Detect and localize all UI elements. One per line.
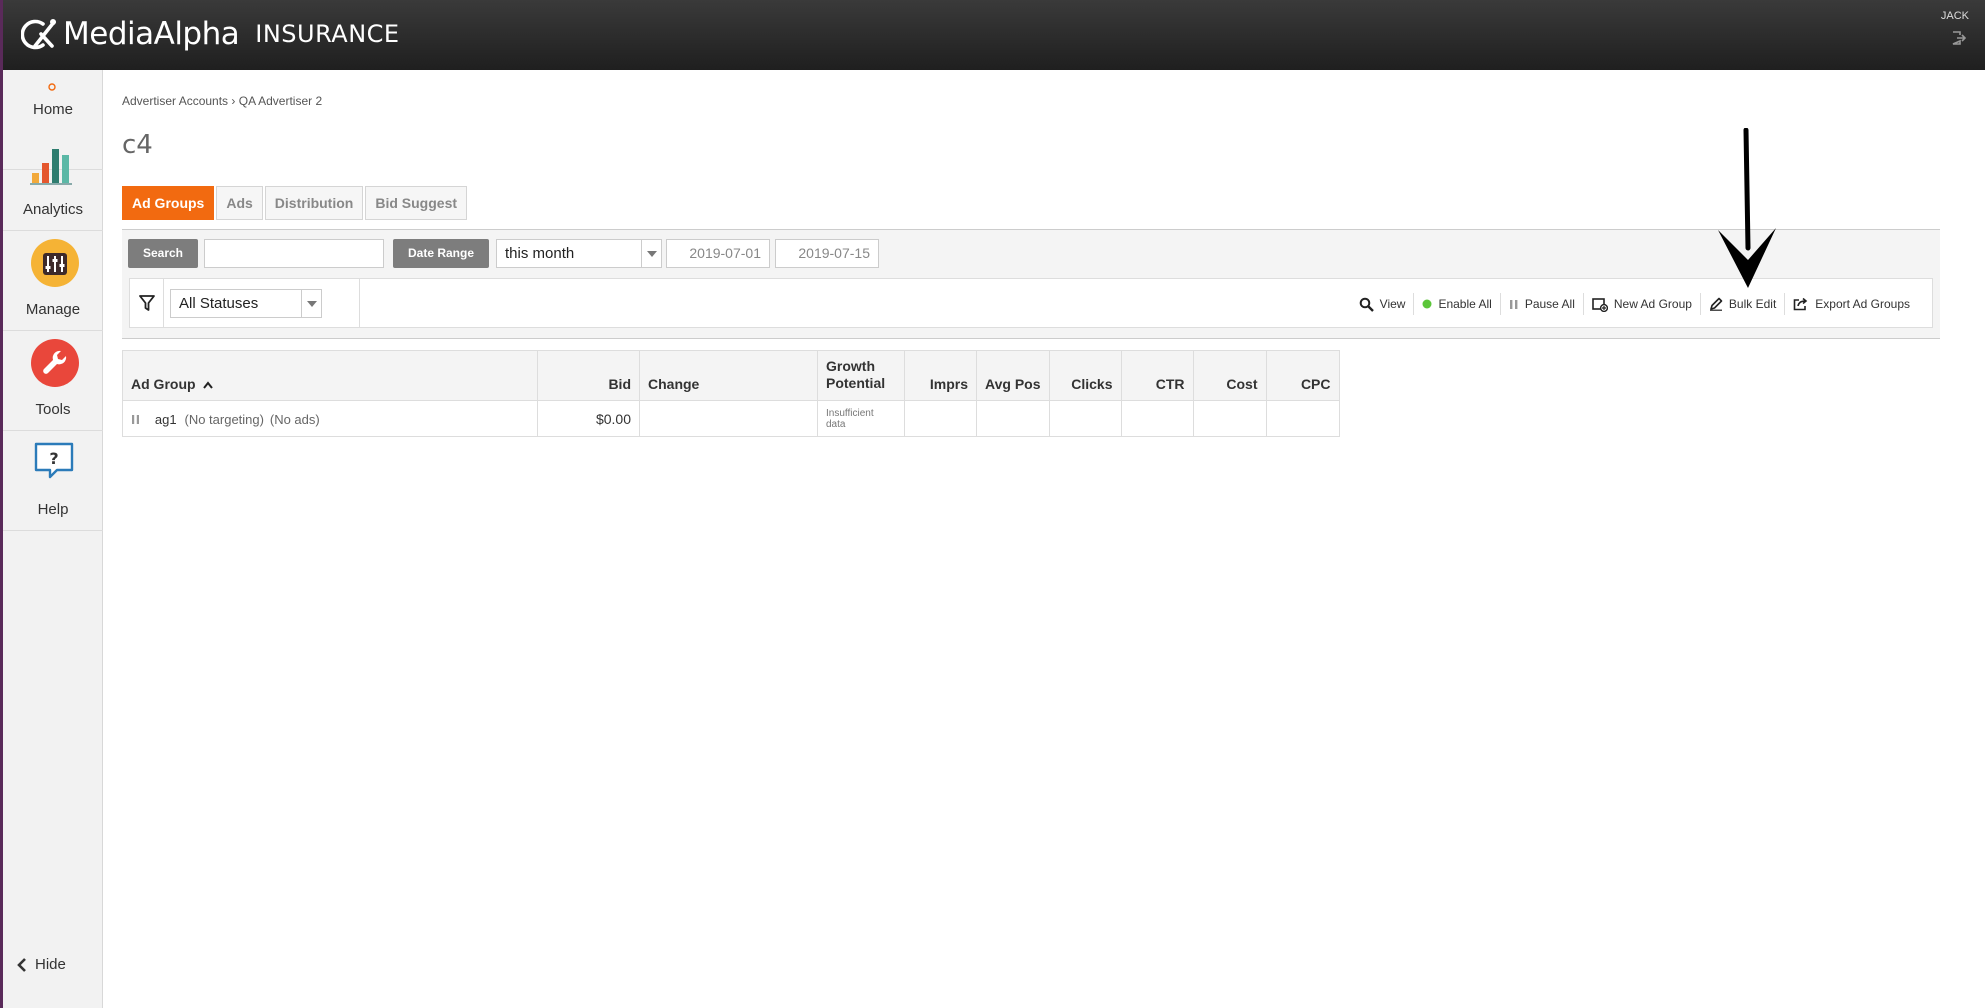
start-date-field[interactable]: 2019-07-01 — [666, 239, 770, 268]
ads-status: (No ads) — [269, 411, 320, 427]
tab-distribution[interactable]: Distribution — [264, 186, 364, 220]
export-ad-groups-button[interactable]: Export Ad Groups — [1785, 293, 1918, 315]
bar-chart-icon — [30, 149, 72, 185]
targeting-status: (No targeting) — [184, 411, 264, 427]
column-ctr[interactable]: CTR — [1121, 350, 1194, 401]
column-cost[interactable]: Cost — [1193, 350, 1267, 401]
export-icon — [1793, 297, 1808, 311]
column-change[interactable]: Change — [639, 350, 818, 401]
chevron-left-icon — [17, 957, 26, 972]
logo[interactable]: MediaAlpha INSURANCE — [21, 14, 400, 54]
filter-cell[interactable] — [130, 279, 164, 327]
sidebar-item-label: Analytics — [22, 201, 84, 218]
ad-groups-table: Ad Group Bid Change Growth Potential Imp… — [122, 350, 1340, 437]
action-label: Export Ad Groups — [1815, 297, 1910, 311]
action-toolbar: All Statuses View Enable All Pause All N… — [129, 278, 1933, 328]
new-group-icon — [1592, 297, 1608, 312]
chevron-down-icon — [301, 290, 321, 317]
status-filter-cell: All Statuses — [164, 279, 360, 327]
date-range-value: this month — [505, 245, 575, 262]
tabs: Ad Groups Ads Distribution Bid Suggest — [122, 186, 468, 220]
action-label: Enable All — [1438, 297, 1492, 311]
ctr-cell — [1121, 400, 1194, 437]
search-input[interactable] — [204, 239, 384, 268]
breadcrumb-parent[interactable]: Advertiser Accounts — [122, 94, 228, 108]
filter-panel: Search Date Range this month 2019-07-01 … — [122, 229, 1940, 339]
top-bar: MediaAlpha INSURANCE JACK — [0, 0, 1985, 70]
tab-bid-suggest[interactable]: Bid Suggest — [365, 186, 468, 220]
status-filter-value: All Statuses — [179, 295, 259, 312]
column-avg-pos[interactable]: Avg Pos — [976, 350, 1050, 401]
logout-icon[interactable] — [1951, 30, 1967, 46]
change-cell — [639, 400, 818, 437]
end-date-field[interactable]: 2019-07-15 — [775, 239, 879, 268]
table-header-row: Ad Group Bid Change Growth Potential Imp… — [122, 350, 1340, 401]
hide-label: Hide — [35, 956, 66, 973]
user-name[interactable]: JACK — [1941, 10, 1969, 22]
clicks-cell — [1049, 400, 1122, 437]
date-range-button[interactable]: Date Range — [393, 239, 489, 268]
avg-pos-cell — [976, 400, 1050, 437]
sidebar-item-help[interactable]: ? Help — [3, 431, 103, 531]
sidebar-item-label: Manage — [25, 301, 81, 318]
pause-icon[interactable] — [131, 414, 141, 425]
enable-all-button[interactable]: Enable All — [1414, 293, 1501, 315]
sidebar-item-analytics[interactable]: Analytics — [3, 131, 103, 231]
cpc-cell — [1266, 400, 1340, 437]
chevron-down-icon — [641, 240, 661, 267]
svg-text:?: ? — [49, 449, 58, 468]
bid-cell[interactable]: $0.00 — [537, 400, 640, 437]
cost-cell — [1193, 400, 1267, 437]
annotation-arrow-icon — [1718, 128, 1776, 288]
pause-all-button[interactable]: Pause All — [1501, 293, 1584, 315]
green-dot-icon — [1422, 299, 1432, 309]
magnifier-icon — [1359, 297, 1374, 312]
funnel-icon — [139, 295, 155, 311]
action-buttons: View Enable All Pause All New Ad Group B… — [1351, 293, 1918, 315]
sliders-icon — [31, 239, 79, 287]
pause-icon — [1509, 299, 1518, 309]
column-imprs[interactable]: Imprs — [904, 350, 977, 401]
hide-sidebar-button[interactable]: Hide — [17, 956, 66, 973]
column-bid[interactable]: Bid — [537, 350, 640, 401]
tab-ads[interactable]: Ads — [216, 186, 263, 220]
column-growth-potential[interactable]: Growth Potential — [817, 350, 905, 401]
growth-potential-cell: Insufficient data — [817, 400, 905, 437]
column-cpc[interactable]: CPC — [1266, 350, 1340, 401]
ad-group-cell: ag1 (No targeting) (No ads) — [122, 400, 538, 437]
ad-group-name[interactable]: ag1 — [155, 412, 177, 427]
action-label: Pause All — [1524, 297, 1575, 311]
sidebar-item-label: Home — [32, 101, 73, 118]
wrench-icon — [31, 339, 79, 387]
action-label: Bulk Edit — [1728, 297, 1777, 311]
sidebar: Home Analytics Manage Tools ? Help Hide — [0, 70, 103, 1008]
column-ad-group[interactable]: Ad Group — [122, 350, 538, 401]
brand-name: MediaAlpha — [63, 16, 240, 52]
status-filter-select[interactable]: All Statuses — [170, 289, 322, 318]
breadcrumb-separator: › — [231, 94, 236, 108]
search-button[interactable]: Search — [128, 239, 198, 268]
imprs-cell — [904, 400, 977, 437]
column-clicks[interactable]: Clicks — [1049, 350, 1122, 401]
tab-ad-groups[interactable]: Ad Groups — [122, 186, 215, 220]
action-label: View — [1379, 297, 1406, 311]
product-name: INSURANCE — [255, 20, 400, 48]
action-label: New Ad Group — [1613, 297, 1692, 311]
table-row[interactable]: ag1 (No targeting) (No ads) $0.00 Insuff… — [122, 400, 1340, 437]
page-title: c4 — [122, 130, 153, 160]
sidebar-item-manage[interactable]: Manage — [3, 231, 103, 331]
sidebar-item-tools[interactable]: Tools — [3, 331, 103, 431]
breadcrumb: Advertiser Accounts › QA Advertiser 2 — [122, 94, 322, 108]
mediaalpha-logo-icon — [21, 19, 56, 50]
new-ad-group-button[interactable]: New Ad Group — [1584, 293, 1701, 315]
breadcrumb-current[interactable]: QA Advertiser 2 — [239, 94, 322, 108]
sidebar-item-label: Help — [37, 501, 69, 518]
date-range-select[interactable]: this month — [496, 239, 662, 268]
home-dot-icon — [48, 83, 56, 91]
sidebar-item-label: Tools — [35, 401, 71, 418]
sort-ascending-icon — [203, 381, 214, 389]
view-button[interactable]: View — [1351, 293, 1415, 315]
help-bubble-icon: ? — [34, 442, 74, 479]
pencil-icon — [1709, 297, 1723, 311]
